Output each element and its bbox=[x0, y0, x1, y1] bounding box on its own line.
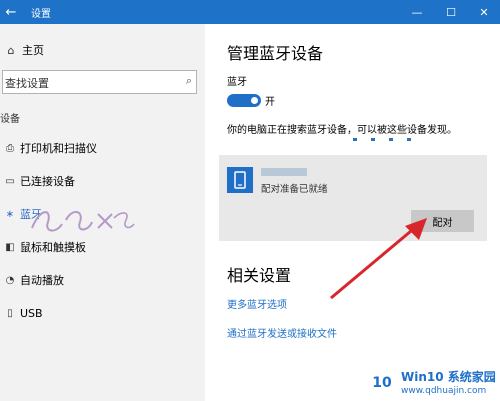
progress-dot bbox=[353, 138, 357, 141]
device-status: 配对准备已就绪 bbox=[261, 184, 328, 195]
close-button[interactable]: ✕ bbox=[470, 0, 498, 24]
win10-logo-icon: 10 bbox=[372, 375, 392, 391]
search-icon[interactable]: ⌕ bbox=[186, 74, 192, 88]
progress-dot bbox=[389, 138, 393, 141]
bluetooth-label: 蓝牙 bbox=[227, 77, 247, 88]
watermark-logo bbox=[31, 211, 135, 232]
watermark-brand: 10 Win10 系统家园 www.qdhuajin.com bbox=[365, 365, 500, 401]
toggle-state-label: 开 bbox=[265, 97, 275, 108]
home-icon: ⌂ bbox=[7, 43, 15, 57]
sidebar: ⌂ 主页 查找设置 ⌕ 设备 ⎙ 打印机和扫描仪 ▭ 已连接设备 ∗ 蓝牙 ◧ … bbox=[0, 24, 205, 401]
toggle-knob bbox=[251, 97, 258, 104]
printer-icon: ⎙ bbox=[6, 142, 14, 154]
watermark-url: www.qdhuajin.com bbox=[401, 386, 487, 396]
sidebar-item-label: 打印机和扫描仪 bbox=[20, 142, 97, 155]
sidebar-item-connected-devices[interactable]: ▭ 已连接设备 bbox=[0, 171, 75, 191]
searching-progress-dots bbox=[353, 138, 411, 141]
bluetooth-toggle[interactable] bbox=[227, 94, 261, 107]
red-arrow-annotation bbox=[330, 218, 427, 300]
mouse-icon: ◧ bbox=[5, 241, 15, 253]
phone-icon bbox=[227, 167, 253, 193]
maximize-button[interactable]: ☐ bbox=[437, 0, 465, 24]
home-label: 主页 bbox=[22, 44, 44, 57]
back-arrow-icon[interactable]: ← bbox=[0, 0, 22, 24]
sidebar-item-label: USB bbox=[20, 306, 43, 320]
minimize-button[interactable]: — bbox=[403, 0, 431, 24]
connected-devices-icon: ▭ bbox=[5, 175, 15, 187]
search-placeholder: 查找设置 bbox=[5, 77, 49, 90]
scan-status-text: 你的电脑正在搜索蓝牙设备，可以被这些设备发现。 bbox=[227, 125, 457, 136]
progress-dot bbox=[407, 138, 411, 141]
send-receive-files-link[interactable]: 通过蓝牙发送或接收文件 bbox=[227, 325, 337, 340]
sidebar-item-autoplay[interactable]: ◔ 自动播放 bbox=[0, 270, 64, 290]
sidebar-item-printers[interactable]: ⎙ 打印机和扫描仪 bbox=[0, 138, 97, 158]
sidebar-item-label: 自动播放 bbox=[20, 274, 64, 287]
autoplay-icon: ◔ bbox=[5, 274, 15, 286]
page-title: 管理蓝牙设备 bbox=[227, 44, 324, 63]
device-name-blurred bbox=[261, 168, 307, 176]
sidebar-item-usb[interactable]: ▯ USB bbox=[0, 303, 43, 323]
watermark-name: Win10 系统家园 bbox=[401, 370, 496, 384]
home-nav-item[interactable]: ⌂ 主页 bbox=[0, 40, 45, 60]
sidebar-item-label: 已连接设备 bbox=[20, 175, 75, 188]
more-bluetooth-options-link[interactable]: 更多蓝牙选项 bbox=[227, 296, 287, 311]
related-settings-title: 相关设置 bbox=[227, 266, 292, 285]
section-label: 设备 bbox=[0, 114, 20, 125]
bluetooth-icon: ∗ bbox=[5, 208, 15, 220]
title-bar: ← 设置 — ☐ ✕ bbox=[0, 0, 500, 24]
usb-icon: ▯ bbox=[7, 307, 13, 319]
progress-dot bbox=[371, 138, 375, 141]
window-title: 设置 bbox=[31, 9, 51, 20]
search-input[interactable]: 查找设置 ⌕ bbox=[2, 70, 197, 94]
